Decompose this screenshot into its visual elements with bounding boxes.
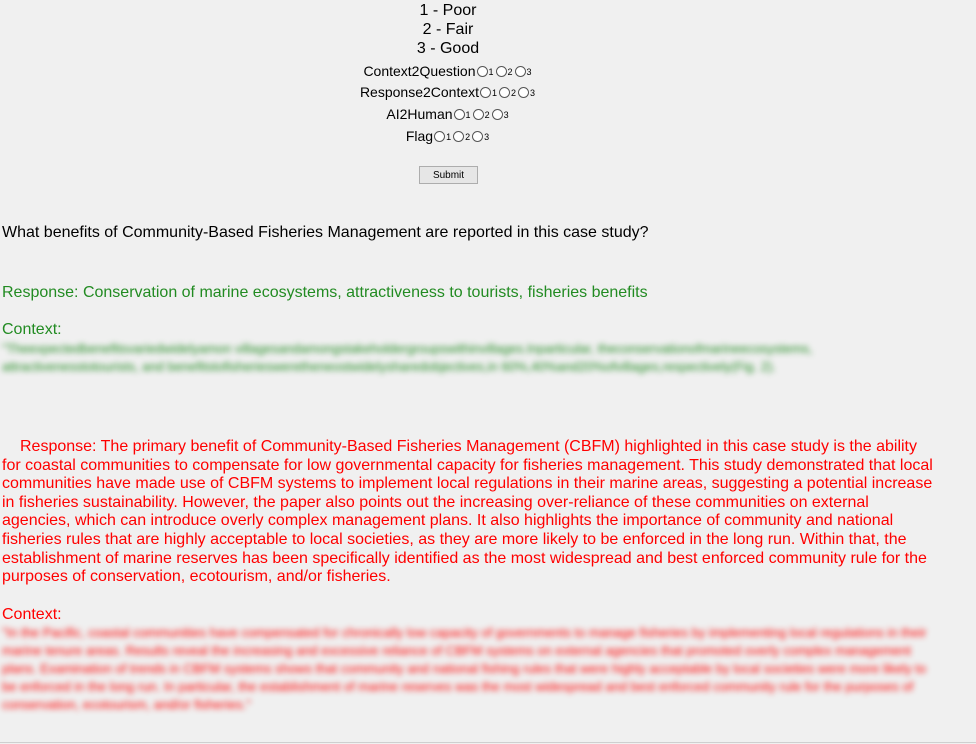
radio-label: 1: [488, 67, 494, 77]
rating-row-flag: Flag 1 2 3: [0, 127, 896, 146]
question-text: What benefits of Community-Based Fisheri…: [2, 224, 649, 241]
radio-label: 2: [484, 110, 490, 120]
rating-label: AI2Human: [386, 106, 453, 122]
radio-label: 1: [492, 88, 498, 98]
radio-label: 1: [465, 110, 471, 120]
radio-1[interactable]: [453, 109, 465, 120]
rating-row-ai2human: AI2Human 1 2 3: [0, 105, 896, 124]
scale-good: 3 - Good: [416, 40, 480, 57]
radio-2[interactable]: [499, 87, 511, 98]
rating-scale-legend: 1 - Poor 2 - Fair 3 - Good: [0, 2, 896, 59]
rating-row-response2context: Response2Context 1 2 3: [0, 83, 896, 102]
rating-label: Context2Question: [363, 63, 476, 79]
radio-3[interactable]: [518, 87, 530, 98]
response-1-text: Response: Conservation of marine ecosyst…: [2, 284, 648, 301]
radio-label: 3: [503, 110, 509, 120]
radio-label: 2: [465, 132, 471, 142]
radio-label: 3: [526, 67, 532, 77]
annotation-page: 1 - Poor 2 - Fair 3 - Good Context2Quest…: [0, 0, 976, 744]
rating-label: Response2Context: [359, 84, 480, 100]
radio-label: 2: [507, 67, 513, 77]
radio-2[interactable]: [472, 109, 484, 120]
rating-row-context2question: Context2Question 1 2 3: [0, 62, 896, 81]
radio-label: 2: [511, 88, 517, 98]
scale-poor: 1 - Poor: [419, 2, 477, 19]
context-2-label: Context:: [2, 606, 62, 623]
radio-3[interactable]: [491, 109, 503, 120]
scale-fair: 2 - Fair: [422, 21, 474, 38]
submit-button[interactable]: Submit: [419, 166, 478, 184]
context-2-text-blurred: "In the Pacific, coastal communities hav…: [2, 625, 927, 712]
divider: [0, 742, 976, 743]
radio-3[interactable]: [472, 131, 484, 142]
radio-1[interactable]: [480, 87, 492, 98]
radio-2[interactable]: [495, 66, 507, 77]
radio-2[interactable]: [453, 131, 465, 142]
radio-1[interactable]: [434, 131, 446, 142]
radio-label: 3: [484, 132, 490, 142]
rating-label: Flag: [405, 128, 434, 144]
context-1-text-blurred: "Theexpectedbenefitsvariedwidelyamon vil…: [2, 341, 813, 374]
radio-3[interactable]: [514, 66, 526, 77]
radio-label: 3: [530, 88, 536, 98]
response-2-text: Response: The primary benefit of Communi…: [2, 438, 933, 586]
radio-1[interactable]: [476, 66, 488, 77]
context-1-label: Context:: [2, 321, 62, 338]
radio-label: 1: [446, 132, 452, 142]
